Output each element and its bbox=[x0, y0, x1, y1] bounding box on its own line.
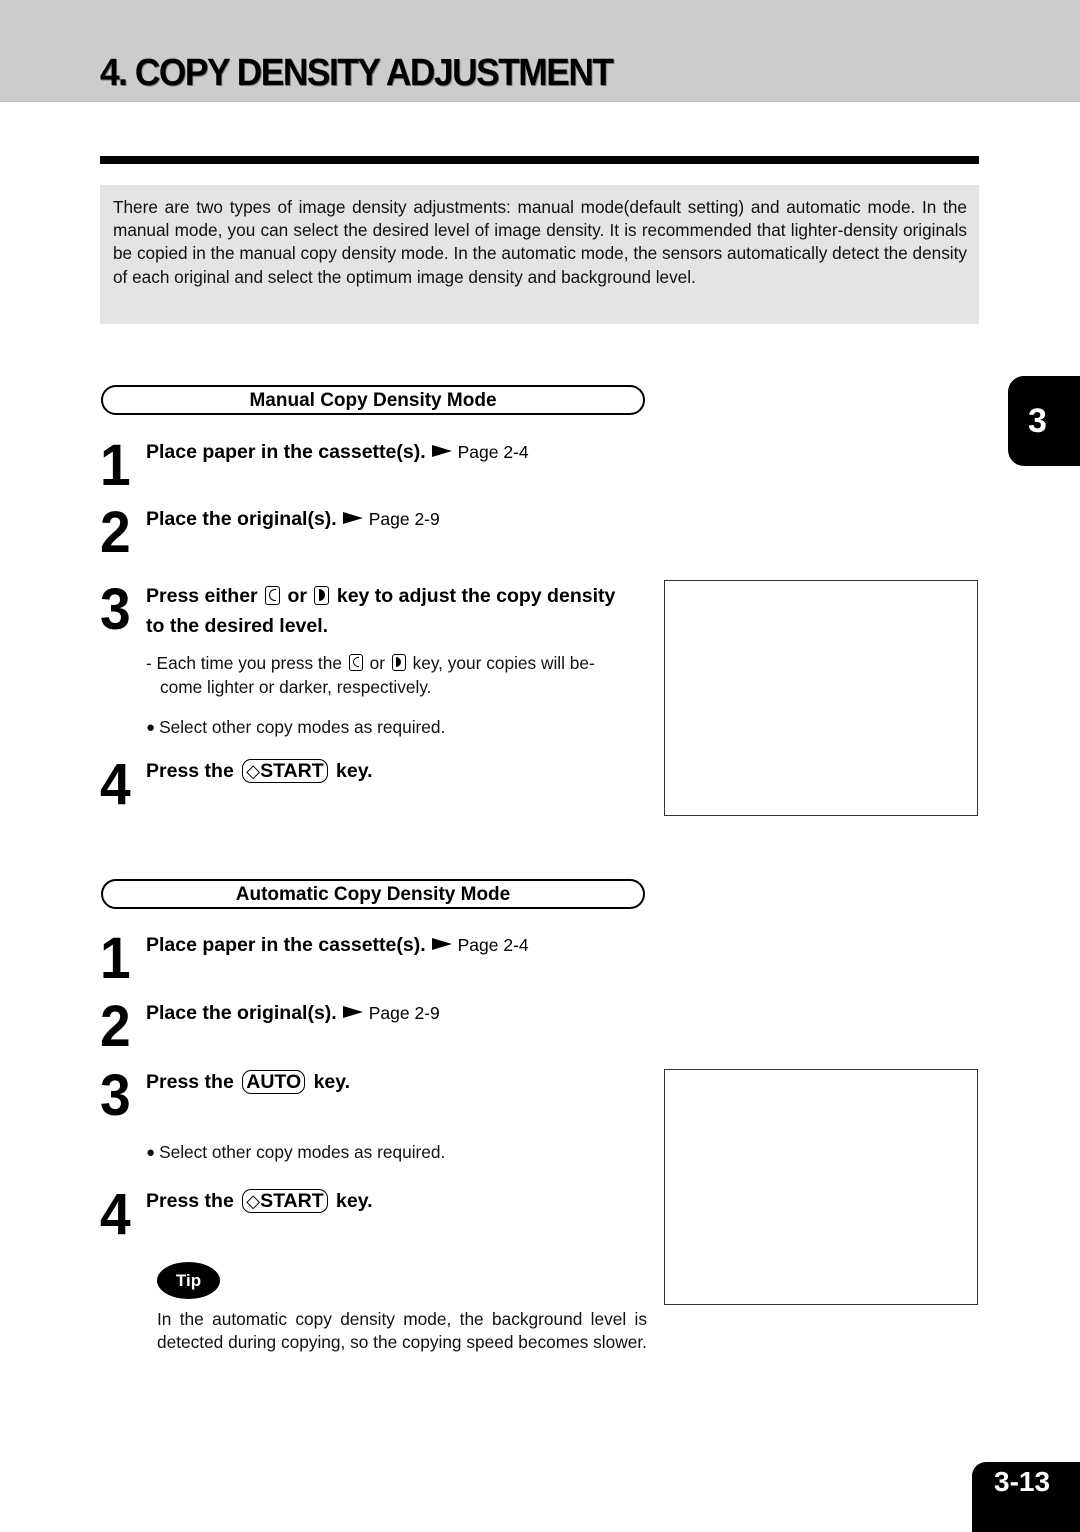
step-text: key. bbox=[313, 1071, 351, 1093]
step-number: 4 bbox=[100, 1182, 131, 1247]
arrow-right-icon bbox=[342, 1006, 363, 1019]
page-reference-link[interactable]: Page 2-4 bbox=[458, 442, 529, 462]
darker-key-icon bbox=[391, 654, 406, 671]
automatic-mode-illustration bbox=[664, 1069, 978, 1305]
step-text: Place the original(s). bbox=[146, 508, 337, 530]
step-text: key. bbox=[336, 760, 373, 782]
step-text: Place the original(s). bbox=[146, 1002, 337, 1024]
step-number: 3 bbox=[100, 577, 131, 642]
auto-bullet-note: ● Select other copy modes as required. bbox=[146, 1142, 446, 1162]
page-reference-link[interactable]: Page 2-9 bbox=[369, 1003, 440, 1023]
intro-box: There are two types of image density adj… bbox=[100, 185, 979, 324]
step-text: key. bbox=[336, 1190, 373, 1212]
lighter-key-icon bbox=[348, 654, 363, 671]
arrow-right-icon bbox=[431, 445, 452, 458]
manual-bullet-note: ● Select other copy modes as required. bbox=[146, 717, 446, 737]
start-key: ◇START bbox=[242, 1189, 328, 1213]
lighter-key-icon bbox=[265, 586, 281, 605]
step-text: Press the bbox=[146, 760, 234, 782]
arrow-right-icon bbox=[431, 938, 452, 951]
start-diamond-icon: ◇ bbox=[246, 1191, 261, 1211]
step-text: Place paper in the cassette(s). bbox=[146, 934, 426, 956]
start-diamond-icon: ◇ bbox=[246, 761, 261, 781]
darker-key-icon bbox=[314, 586, 330, 605]
page-reference-link[interactable]: Page 2-4 bbox=[458, 935, 529, 955]
auto-key: AUTO bbox=[242, 1070, 306, 1094]
step-text: Press the bbox=[146, 1190, 234, 1212]
step-number: 4 bbox=[100, 752, 131, 817]
arrow-right-icon bbox=[342, 512, 363, 525]
manual-mode-banner: Manual Copy Density Mode bbox=[101, 385, 645, 415]
step-text: to the desired level. bbox=[146, 615, 329, 637]
step-number: 2 bbox=[100, 500, 131, 565]
bullet-icon: ● bbox=[146, 719, 156, 736]
page-reference-link[interactable]: Page 2-9 bbox=[369, 509, 440, 529]
step-text: or bbox=[287, 585, 308, 607]
tip-text: In the automatic copy density mode, the … bbox=[157, 1309, 647, 1352]
chapter-tab[interactable]: 3 bbox=[1008, 376, 1080, 466]
step-number: 2 bbox=[100, 994, 131, 1059]
automatic-mode-banner: Automatic Copy Density Mode bbox=[101, 879, 645, 909]
page-title: 4. COPY DENSITY ADJUSTMENT bbox=[100, 52, 614, 94]
manual-mode-illustration bbox=[664, 580, 978, 816]
step-number: 1 bbox=[100, 433, 131, 498]
step-text: key to adjust the copy density bbox=[336, 585, 616, 607]
title-rule bbox=[100, 156, 979, 164]
density-note: - Each time you press the or key, your c… bbox=[146, 653, 595, 697]
step-text: Press the bbox=[146, 1071, 234, 1093]
step-number: 1 bbox=[100, 926, 131, 991]
page-number: 3-13 bbox=[972, 1462, 1080, 1532]
tip-badge: Tip bbox=[157, 1262, 220, 1299]
start-key: ◇START bbox=[242, 759, 328, 783]
bullet-icon: ● bbox=[146, 1144, 156, 1161]
step-number: 3 bbox=[100, 1063, 131, 1128]
step-text: Press either bbox=[146, 585, 258, 607]
intro-text: There are two types of image density adj… bbox=[113, 197, 967, 287]
step-text: Place paper in the cassette(s). bbox=[146, 441, 426, 463]
